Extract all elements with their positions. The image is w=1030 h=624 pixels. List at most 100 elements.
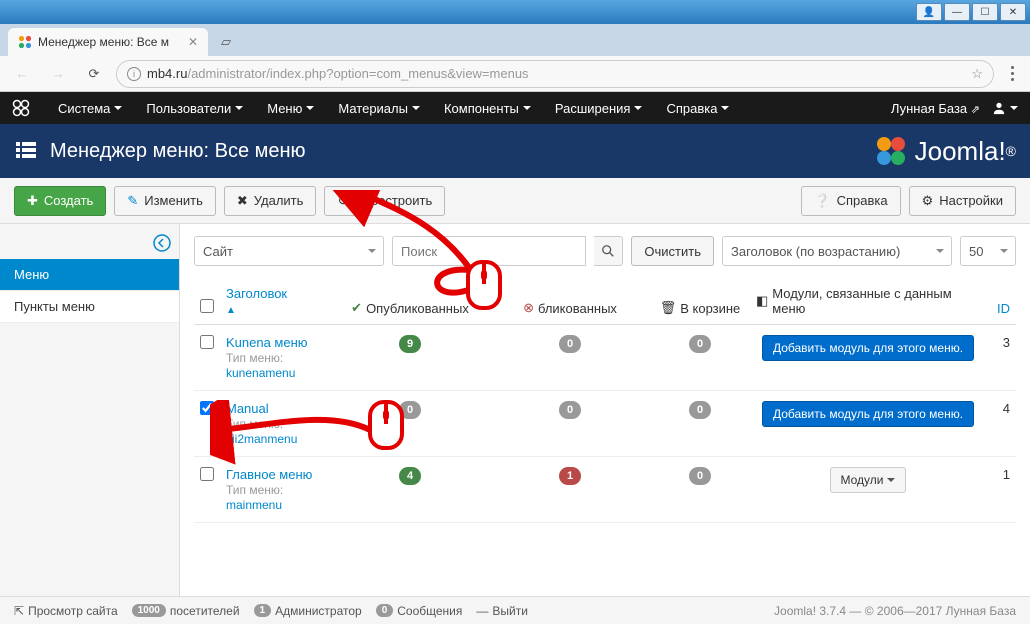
search-button[interactable] (594, 236, 623, 266)
menu-menus[interactable]: Меню (255, 92, 326, 124)
preview-link[interactable]: ⇱ Просмотр сайта (14, 604, 118, 618)
menu-extensions[interactable]: Расширения (543, 92, 655, 124)
menu-content[interactable]: Материалы (326, 92, 432, 124)
bookmark-star-icon[interactable]: ☆ (971, 66, 983, 82)
messages-count-badge: 0 (376, 604, 394, 617)
menu-type-link[interactable]: kunenamenu (226, 366, 295, 380)
site-name-link[interactable]: Лунная База ⇗ (891, 101, 980, 116)
menu-title-link[interactable]: Главное меню (226, 467, 312, 482)
table-row: Manual Тип меню: yii2manmenu 0 0 0 Добав… (194, 391, 1016, 457)
page-header: Менеджер меню: Все меню Joomla!® (0, 124, 1030, 178)
messages-link[interactable]: 0 Сообщения (376, 604, 463, 618)
menu-type-link[interactable]: yii2manmenu (226, 432, 297, 446)
admins-count-badge: 1 (254, 604, 272, 617)
caret-down-icon (1010, 106, 1018, 110)
trashed-badge[interactable]: 0 (689, 335, 711, 353)
url-bar[interactable]: i mb4.ru/administrator/index.php?option=… (116, 60, 994, 88)
menu-system[interactable]: Система (46, 92, 134, 124)
user-menu[interactable] (992, 101, 1018, 115)
row-checkbox[interactable] (200, 467, 214, 481)
admin-top-menu: Система Пользователи Меню Материалы Комп… (0, 92, 1030, 124)
unpublished-badge[interactable]: 0 (559, 401, 581, 419)
external-icon: ⇱ (14, 604, 24, 618)
main-content: Меню Пункты меню Сайт Очистить Заголовок… (0, 224, 1030, 596)
visitors-count-badge: 1000 (132, 604, 166, 617)
row-checkbox[interactable] (200, 401, 214, 415)
column-id[interactable]: ID (986, 278, 1016, 325)
limit-select[interactable]: 50 (960, 236, 1016, 266)
menu-type-link[interactable]: mainmenu (226, 498, 282, 512)
gear-icon: ⚙ (922, 193, 934, 209)
visitors-link[interactable]: 1000 посетителей (132, 604, 240, 618)
browser-menu-button[interactable] (1002, 64, 1022, 84)
client-select[interactable]: Сайт (194, 236, 384, 266)
external-link-icon: ⇗ (971, 104, 980, 116)
reload-button[interactable]: ⟳ (80, 60, 108, 88)
unpublished-badge[interactable]: 0 (559, 335, 581, 353)
add-module-button[interactable]: Добавить модуль для этого меню. (762, 335, 974, 361)
tab-close-icon[interactable]: ✕ (188, 35, 198, 49)
sort-select[interactable]: Заголовок (по возрастанию) (722, 236, 952, 266)
menu-manager-icon (14, 138, 38, 165)
window-close-button[interactable]: ✕ (1000, 3, 1026, 21)
page-title: Менеджер меню: Все меню (50, 140, 306, 163)
check-icon: ✔ (351, 300, 362, 316)
admins-link[interactable]: 1 Администратор (254, 604, 362, 618)
site-info-icon[interactable]: i (127, 67, 141, 81)
edit-button[interactable]: ✎ Изменить (114, 186, 216, 216)
table-row: Kunena меню Тип меню: kunenamenu 9 0 0 Д… (194, 325, 1016, 391)
close-icon: ✖ (237, 193, 248, 209)
window-maximize-button[interactable]: ☐ (972, 3, 998, 21)
column-title[interactable]: Заголовок ▲ (220, 278, 330, 325)
caret-down-icon (634, 106, 642, 110)
menu-components[interactable]: Компоненты (432, 92, 543, 124)
joomla-icon[interactable] (12, 99, 30, 117)
row-checkbox[interactable] (200, 335, 214, 349)
tab-favicon-icon (18, 35, 32, 49)
rebuild-button[interactable]: ↻ Перестроить (324, 186, 445, 216)
caret-down-icon (306, 106, 314, 110)
row-id: 4 (986, 391, 1016, 457)
clear-button[interactable]: Очистить (631, 236, 714, 266)
new-tab-button[interactable]: ▱ (214, 32, 238, 52)
published-badge[interactable]: 9 (399, 335, 421, 353)
logout-link[interactable]: — Выйти (476, 604, 528, 618)
caret-down-icon (114, 106, 122, 110)
trashed-badge[interactable]: 0 (689, 467, 711, 485)
sidebar-item-menu-items[interactable]: Пункты меню (0, 291, 179, 323)
browser-tab[interactable]: Менеджер меню: Все м ✕ (8, 28, 208, 56)
published-badge[interactable]: 4 (399, 467, 421, 485)
table-row: Главное меню Тип меню: mainmenu 4 1 0 Мо… (194, 457, 1016, 523)
menu-type-label: Тип меню: (226, 417, 283, 431)
options-button[interactable]: ⚙ Настройки (909, 186, 1016, 216)
help-icon: ❔ (814, 193, 830, 209)
nav-forward-button[interactable]: → (44, 60, 72, 88)
content-area: Сайт Очистить Заголовок (по возрастанию)… (180, 224, 1030, 596)
search-input[interactable] (392, 236, 586, 266)
window-minimize-button[interactable]: — (944, 3, 970, 21)
delete-button[interactable]: ✖ Удалить (224, 186, 317, 216)
add-module-button[interactable]: Добавить модуль для этого меню. (762, 401, 974, 427)
admin-menu-items: Система Пользователи Меню Материалы Комп… (46, 92, 741, 124)
edit-icon: ✎ (127, 193, 138, 209)
sidebar-toggle-button[interactable] (0, 230, 179, 259)
menu-help[interactable]: Справка (654, 92, 741, 124)
menu-type-label: Тип меню: (226, 351, 283, 365)
status-bar: ⇱ Просмотр сайта 1000 посетителей 1 Адми… (0, 596, 1030, 624)
trashed-badge[interactable]: 0 (689, 401, 711, 419)
sidebar-item-menus[interactable]: Меню (0, 259, 179, 291)
select-all-checkbox[interactable] (200, 299, 214, 313)
published-badge[interactable]: 0 (399, 401, 421, 419)
unpublished-badge[interactable]: 1 (559, 467, 581, 485)
nav-back-button[interactable]: ← (8, 60, 36, 88)
window-user-icon[interactable]: 👤 (916, 3, 942, 21)
refresh-icon: ↻ (337, 193, 348, 209)
menu-users[interactable]: Пользователи (134, 92, 255, 124)
create-button[interactable]: ✚ Создать (14, 186, 106, 216)
help-button[interactable]: ❔ Справка (801, 186, 900, 216)
trash-icon: 🗑 (660, 300, 677, 316)
menu-title-link[interactable]: Kunena меню (226, 335, 308, 350)
menu-title-link[interactable]: Manual (226, 401, 269, 416)
modules-dropdown-button[interactable]: Модули (830, 467, 907, 493)
plus-icon: ✚ (27, 193, 38, 209)
